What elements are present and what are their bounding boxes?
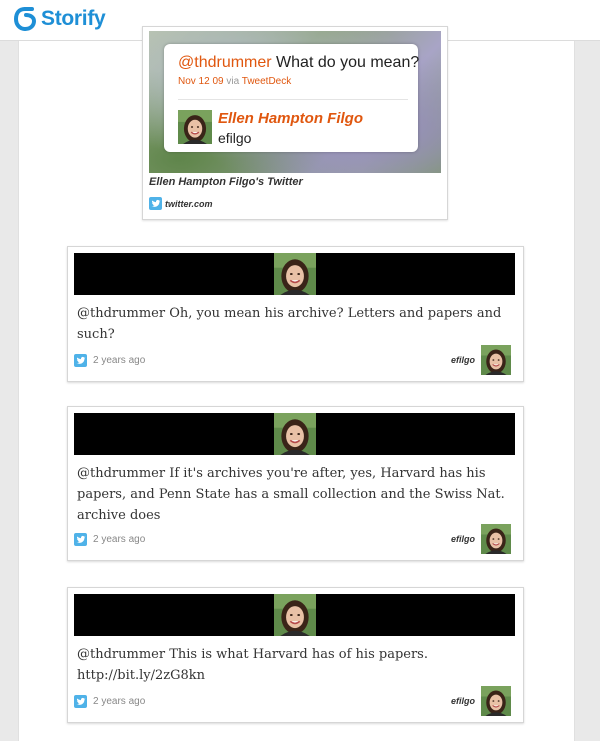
source-link[interactable]: twitter.com: [165, 199, 213, 209]
tweet-text: @thdrummer If it's archives you're after…: [77, 466, 505, 523]
banner-avatar: [274, 413, 316, 455]
tweet-date[interactable]: Nov 12 09: [178, 76, 224, 87]
twitter-bird-icon: [74, 533, 87, 546]
via-label: via: [226, 76, 240, 87]
tweet-footer: 2 years ago efilgo: [74, 524, 517, 554]
embedded-tweet-text: @thdrummer What do you mean?: [178, 54, 419, 72]
tweet-client[interactable]: TweetDeck: [242, 76, 291, 87]
tweet-timestamp[interactable]: 2 years ago: [93, 355, 145, 366]
author-handle: efilgo: [218, 130, 252, 146]
mention-link[interactable]: @thdrummer: [178, 54, 272, 71]
tweet-banner: [74, 413, 515, 455]
twitter-bird-icon: [74, 695, 87, 708]
banner-avatar: [274, 594, 316, 636]
tweet-username[interactable]: efilgo: [451, 696, 475, 706]
tweet-username[interactable]: efilgo: [451, 534, 475, 544]
tweet-username[interactable]: efilgo: [451, 355, 475, 365]
embedded-tweet: @thdrummer What do you mean? Nov 12 09 v…: [164, 44, 419, 152]
tweet-footer: 2 years ago efilgo: [74, 686, 517, 716]
tweet-timestamp[interactable]: 2 years ago: [93, 696, 145, 707]
banner-avatar: [274, 253, 316, 295]
embed-source[interactable]: twitter.com: [149, 197, 213, 210]
tweet-card: @thdrummer If it's archives you're after…: [67, 406, 524, 561]
tweet-meta: Nov 12 09 via TweetDeck: [178, 76, 291, 87]
divider: [178, 99, 408, 100]
storify-logo[interactable]: Storify: [14, 7, 106, 31]
tweet-card: @thdrummer Oh, you mean his archive? Let…: [67, 246, 524, 382]
avatar[interactable]: [481, 524, 511, 554]
author-name[interactable]: Ellen Hampton Filgo: [218, 110, 363, 127]
storify-logo-icon: [14, 7, 36, 31]
tweet-text: @thdrummer This is what Harvard has of h…: [77, 647, 428, 683]
tweet-timestamp[interactable]: 2 years ago: [93, 534, 145, 545]
tweet-text: @thdrummer Oh, you mean his archive? Let…: [77, 306, 502, 342]
tweet-card: @thdrummer This is what Harvard has of h…: [67, 587, 524, 723]
avatar[interactable]: [481, 686, 511, 716]
logo-text: Storify: [41, 7, 106, 30]
tweet-banner: [74, 253, 515, 295]
embed-caption[interactable]: Ellen Hampton Filgo's Twitter: [149, 176, 303, 188]
twitter-bird-icon: [74, 354, 87, 367]
tweet-footer: 2 years ago efilgo: [74, 345, 517, 375]
avatar[interactable]: [481, 345, 511, 375]
embed-card[interactable]: @thdrummer What do you mean? Nov 12 09 v…: [142, 26, 448, 220]
avatar[interactable]: [178, 110, 212, 144]
tweet-body: What do you mean?: [271, 54, 420, 71]
twitter-bird-icon: [149, 197, 162, 210]
tweet-banner: [74, 594, 515, 636]
